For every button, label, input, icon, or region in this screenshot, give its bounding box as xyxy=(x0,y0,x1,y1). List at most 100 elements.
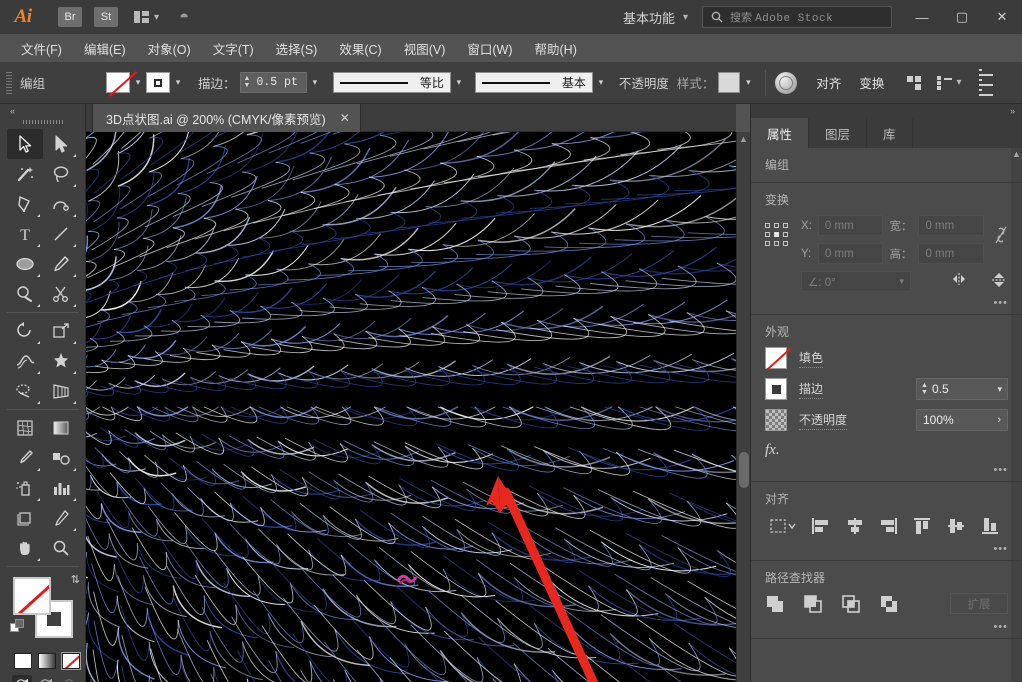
gradient-button[interactable] xyxy=(38,653,56,669)
perspective-grid-tool[interactable] xyxy=(43,376,79,406)
opacity-swatch[interactable] xyxy=(765,409,787,431)
artboard-tool[interactable] xyxy=(7,503,43,533)
tab-layers[interactable]: 图层 xyxy=(809,118,868,148)
document-tab[interactable]: 3D点状图.ai @ 200% (CMYK/像素预览) ✕ xyxy=(92,104,361,132)
fill-swatch[interactable] xyxy=(765,347,787,369)
reference-point-selector[interactable] xyxy=(765,223,791,249)
hand-tool[interactable] xyxy=(7,533,43,563)
variable-width-profile-dropdown[interactable]: 等比 xyxy=(332,72,451,93)
shape-builder-tool[interactable] xyxy=(7,376,43,406)
unlink-icon[interactable] xyxy=(994,225,1008,248)
bridge-button[interactable]: Br xyxy=(58,7,82,27)
gradient-tool[interactable] xyxy=(43,413,79,443)
width-profile-chevron-down-icon[interactable]: ▾ xyxy=(451,72,467,93)
stroke-weight-input[interactable]: ▲ ▼ 0.5 pt xyxy=(239,72,307,93)
stroke-swatch[interactable] xyxy=(146,72,170,93)
tools-panel-grip[interactable] xyxy=(0,117,85,127)
canvas-vertical-scrollbar[interactable]: ▲ xyxy=(736,132,750,682)
arrange-objects-icon[interactable] xyxy=(907,75,922,90)
width-tool[interactable] xyxy=(7,346,43,376)
document-setup-icon[interactable] xyxy=(979,69,994,96)
free-transform-tool[interactable] xyxy=(43,346,79,376)
panel-collapse-button[interactable]: » xyxy=(751,104,1022,118)
recolor-artwork-icon[interactable] xyxy=(775,71,798,94)
stock-button[interactable]: St xyxy=(94,7,118,27)
transform-more-options[interactable]: ••• xyxy=(993,297,1008,309)
magic-wand-tool[interactable] xyxy=(7,159,43,189)
tab-properties[interactable]: 属性 xyxy=(751,118,810,148)
stroke-swatch[interactable] xyxy=(765,378,787,400)
full-screen-menu-mode-icon[interactable] xyxy=(36,675,56,682)
menu-file[interactable]: 文件(F) xyxy=(10,35,73,62)
opacity-input[interactable]: 100% › xyxy=(916,409,1008,431)
selection-tool[interactable] xyxy=(7,129,43,159)
eyedropper-tool[interactable] xyxy=(7,443,43,473)
align-to-selection-button[interactable] xyxy=(765,514,801,538)
opacity-options-arrow-icon[interactable]: › xyxy=(997,414,1001,426)
width-input[interactable]: 0 mm xyxy=(918,215,984,236)
minimize-button[interactable]: — xyxy=(902,0,942,34)
lasso-tool[interactable] xyxy=(43,159,79,189)
maximize-button[interactable]: ▢ xyxy=(942,0,982,34)
scale-tool[interactable] xyxy=(43,316,79,346)
brush-chevron-down-icon[interactable]: ▾ xyxy=(593,72,609,93)
stroke-chevron-down-icon[interactable]: ▾ xyxy=(170,72,186,93)
workspace-switcher[interactable]: 基本功能 ▾ xyxy=(613,8,702,27)
menu-effect[interactable]: 效果(C) xyxy=(328,35,392,62)
stock-search-input[interactable]: 搜索 Adobe Stock xyxy=(702,6,892,28)
none-button[interactable] xyxy=(61,652,81,670)
unite-button[interactable] xyxy=(765,594,785,614)
flip-horizontal-icon[interactable] xyxy=(952,272,970,291)
tab-libraries[interactable]: 库 xyxy=(867,118,913,148)
blend-tool[interactable] xyxy=(43,443,79,473)
rotate-tool[interactable] xyxy=(7,316,43,346)
stroke-weight-stepper[interactable]: ▲ ▼ xyxy=(241,75,254,89)
curvature-tool[interactable] xyxy=(43,189,79,219)
control-bar-grip[interactable] xyxy=(6,71,12,94)
transform-button[interactable]: 变换 xyxy=(850,70,893,95)
menu-object[interactable]: 对象(O) xyxy=(137,35,202,62)
slice-tool[interactable] xyxy=(43,503,79,533)
menu-view[interactable]: 视图(V) xyxy=(393,35,457,62)
menu-select[interactable]: 选择(S) xyxy=(265,35,329,62)
menu-type[interactable]: 文字(T) xyxy=(202,35,265,62)
appearance-more-options[interactable]: ••• xyxy=(993,464,1008,476)
brush-definition-dropdown[interactable]: 基本 xyxy=(474,72,593,93)
rotation-angle-input[interactable]: ∠: 0° ▾ xyxy=(801,271,911,292)
align-more-options[interactable]: ••• xyxy=(993,543,1008,555)
align-top-button[interactable] xyxy=(908,514,936,538)
arrange-documents-button[interactable]: ▾ xyxy=(134,11,159,23)
x-input[interactable]: 0 mm xyxy=(817,215,884,236)
document-canvas[interactable] xyxy=(86,132,736,682)
stroke-weight-stepper[interactable]: ▲ ▼ xyxy=(917,382,932,396)
fill-color-swatch[interactable] xyxy=(13,577,51,615)
stroke-weight-chevron-down-icon[interactable]: ▾ xyxy=(307,72,323,93)
type-tool[interactable]: T xyxy=(7,219,43,249)
align-vertical-center-button[interactable] xyxy=(942,514,970,538)
normal-screen-mode-icon[interactable] xyxy=(12,675,32,682)
ellipse-tool[interactable] xyxy=(7,249,43,279)
align-left-button[interactable] xyxy=(807,514,835,538)
line-segment-tool[interactable] xyxy=(43,219,79,249)
align-right-button[interactable] xyxy=(874,514,902,538)
close-button[interactable]: ✕ xyxy=(982,0,1022,34)
minus-front-button[interactable] xyxy=(803,594,823,614)
fill-swatch[interactable] xyxy=(106,72,130,93)
intersect-button[interactable] xyxy=(841,594,861,614)
align-bottom-button[interactable] xyxy=(976,514,1004,538)
menu-window[interactable]: 窗口(W) xyxy=(456,35,523,62)
pathfinder-more-options[interactable]: ••• xyxy=(993,621,1008,633)
scrollbar-thumb[interactable] xyxy=(739,452,749,488)
add-effect-button[interactable]: fx. xyxy=(765,440,1008,459)
menu-help[interactable]: 帮助(H) xyxy=(524,35,588,62)
exclude-button[interactable] xyxy=(879,594,899,614)
column-graph-tool[interactable] xyxy=(43,473,79,503)
scroll-up-icon[interactable]: ▲ xyxy=(739,134,748,144)
scissors-tool[interactable] xyxy=(43,279,79,309)
distribute-spacing-button[interactable]: ▾ xyxy=(937,75,961,90)
shaper-tool[interactable] xyxy=(7,279,43,309)
align-horizontal-center-button[interactable] xyxy=(841,514,869,538)
tools-collapse-button[interactable]: « xyxy=(0,104,85,117)
align-button[interactable]: 对齐 xyxy=(807,70,850,95)
full-screen-mode-icon[interactable] xyxy=(60,675,80,682)
